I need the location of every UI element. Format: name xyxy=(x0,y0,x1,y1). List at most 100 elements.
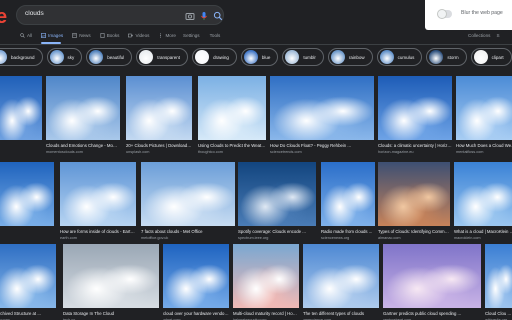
search-box[interactable]: clouds xyxy=(16,5,224,25)
result-thumbnail[interactable] xyxy=(0,162,54,226)
image-result[interactable]: What is a cloud | MacroKlein Cloud ... ma… xyxy=(454,162,512,250)
result-title[interactable]: Spotify coverage: Clouds encode ... xyxy=(238,229,316,234)
result-thumbnail[interactable] xyxy=(456,76,512,140)
image-result[interactable]: cloud over your hardware vendor ... zdnet… xyxy=(163,244,229,320)
chip-storm[interactable]: storm xyxy=(426,48,467,66)
safesearch-link[interactable]: S xyxy=(496,33,499,38)
result-title[interactable]: What is a cloud | MacroKlein Cloud ... xyxy=(454,229,512,234)
tab-more[interactable]: More xyxy=(158,30,176,40)
result-source[interactable]: mentalfloss.com xyxy=(456,150,512,154)
image-result[interactable]: How Do Clouds Float? - Peggy Rehbein ...… xyxy=(270,76,374,164)
image-result[interactable]: How Much Does a Cloud Weigh ... mentalflo… xyxy=(456,76,512,164)
result-title[interactable]: Gartner predicts public cloud spending .… xyxy=(383,311,481,316)
image-result[interactable] xyxy=(0,162,54,250)
result-title[interactable]: Clouds: a climatic uncertainty | Horizon… xyxy=(378,143,452,148)
settings-link[interactable]: Settings xyxy=(183,33,200,38)
result-title[interactable]: cloud over your hardware vendor ... xyxy=(163,311,229,316)
result-title[interactable]: Radio made from clouds ... xyxy=(321,229,375,234)
tab-all[interactable]: All xyxy=(20,30,32,40)
result-title[interactable]: 20+ Clouds Pictures | Download Free ... xyxy=(126,143,192,148)
chip-clipart[interactable]: clipart xyxy=(470,48,512,66)
image-result[interactable]: Types of Clouds: Identifying Common ... a… xyxy=(378,162,450,250)
result-source[interactable]: sciencetrends.com xyxy=(270,150,374,154)
blur-toggle[interactable] xyxy=(437,9,452,19)
result-source[interactable]: thoughtco.com xyxy=(198,150,266,154)
result-thumbnail[interactable] xyxy=(383,244,481,308)
result-source[interactable]: horizon-magazine.eu xyxy=(378,150,452,154)
chip-background[interactable]: background xyxy=(0,48,43,66)
result-thumbnail[interactable] xyxy=(0,76,42,140)
tab-images[interactable]: Images xyxy=(41,30,63,40)
image-result[interactable]: Spotify coverage: Clouds encode ... spect… xyxy=(238,162,316,250)
result-title[interactable]: Data Storage In The Cloud xyxy=(63,311,159,316)
result-thumbnail[interactable] xyxy=(321,162,375,226)
image-result[interactable]: Archived Structure at ...sky.com xyxy=(0,244,56,320)
search-icon[interactable] xyxy=(213,11,223,21)
tab-news[interactable]: News xyxy=(72,30,91,40)
image-result[interactable]: Using Clouds to Predict the Weather thoug… xyxy=(198,76,266,164)
result-title[interactable]: How Much Does a Cloud Weigh ... xyxy=(456,143,512,148)
chip-transparent[interactable]: transparent xyxy=(136,48,189,66)
result-thumbnail[interactable] xyxy=(46,76,120,140)
result-thumbnail[interactable] xyxy=(270,76,374,140)
chip-drawing[interactable]: drawing xyxy=(192,48,237,66)
result-title[interactable]: Clouds and Emotions Change - Momento... xyxy=(46,143,120,148)
image-result[interactable]: The ten different types of clouds zmescie… xyxy=(303,244,379,320)
tools-link[interactable]: Tools xyxy=(210,33,221,38)
image-result[interactable]: Gartner predicts public cloud spending .… xyxy=(383,244,481,320)
result-source[interactable]: momentosclouds.com xyxy=(46,150,120,154)
result-thumbnail[interactable] xyxy=(141,162,235,226)
result-thumbnail[interactable] xyxy=(303,244,379,308)
image-result[interactable]: Radio made from clouds ... sciencenews.or… xyxy=(321,162,375,250)
microphone-icon[interactable] xyxy=(199,11,209,21)
result-thumbnail[interactable] xyxy=(233,244,299,308)
result-title[interactable]: Using Clouds to Predict the Weather xyxy=(198,143,266,148)
image-result[interactable]: Clouds and Emotions Change - Momento... m… xyxy=(46,76,120,164)
search-input[interactable]: clouds xyxy=(25,10,44,17)
result-title[interactable]: The ten different types of clouds xyxy=(303,311,379,316)
result-title[interactable]: How are forms inside of clouds - Earth.c… xyxy=(60,229,136,234)
result-thumbnail[interactable] xyxy=(126,76,192,140)
image-result[interactable]: Clouds: a climatic uncertainty | Horizon… xyxy=(378,76,452,164)
image-result[interactable]: Data Storage In The Cloud tech.co xyxy=(63,244,159,320)
result-title[interactable]: Multi-cloud maturity record | Howell ... xyxy=(233,311,299,316)
result-thumbnail[interactable] xyxy=(485,244,512,308)
result-source[interactable]: spectrum.ieee.org xyxy=(238,236,316,240)
image-result[interactable]: Cloud Clou ... wikipedia.org xyxy=(485,244,512,320)
image-result[interactable]: 7 facts about clouds - Met Office metoffi… xyxy=(141,162,235,250)
result-title[interactable]: Types of Clouds: Identifying Common ... xyxy=(378,229,450,234)
result-thumbnail[interactable] xyxy=(63,244,159,308)
camera-icon[interactable] xyxy=(185,11,195,21)
image-result[interactable] xyxy=(0,76,42,164)
result-source[interactable]: metoffice.gov.uk xyxy=(141,236,235,240)
result-thumbnail[interactable] xyxy=(454,162,512,226)
result-source[interactable]: macroklein.com xyxy=(454,236,512,240)
chip-blue[interactable]: blue xyxy=(240,48,279,66)
google-logo-fragment[interactable]: e xyxy=(0,6,7,29)
image-result[interactable]: Multi-cloud maturity record | Howell ...… xyxy=(233,244,299,320)
result-source[interactable]: almanac.com xyxy=(378,236,450,240)
result-thumbnail[interactable] xyxy=(378,162,450,226)
result-thumbnail[interactable] xyxy=(198,76,266,140)
result-thumbnail[interactable] xyxy=(0,244,56,308)
chip-rainbow[interactable]: rainbow xyxy=(327,48,373,66)
chip-sky[interactable]: sky xyxy=(46,48,83,66)
result-thumbnail[interactable] xyxy=(238,162,316,226)
result-source[interactable]: sciencenews.org xyxy=(321,236,375,240)
result-title[interactable]: How Do Clouds Float? - Peggy Rehbein ... xyxy=(270,143,374,148)
result-thumbnail[interactable] xyxy=(60,162,136,226)
chip-cumulus[interactable]: cumulus xyxy=(376,48,423,66)
result-source[interactable]: earth.com xyxy=(60,236,136,240)
result-title[interactable]: Cloud Clou ... xyxy=(485,311,512,316)
image-result[interactable]: How are forms inside of clouds - Earth.c… xyxy=(60,162,136,250)
chip-beautiful[interactable]: beautiful xyxy=(86,48,133,66)
result-title[interactable]: 7 facts about clouds - Met Office xyxy=(141,229,235,234)
tab-books[interactable]: Books xyxy=(100,30,119,40)
image-result[interactable]: 20+ Clouds Pictures | Download Free ... u… xyxy=(126,76,192,164)
collections-link[interactable]: Collections xyxy=(468,33,490,38)
result-title[interactable]: Archived Structure at ... xyxy=(0,311,56,316)
tab-videos[interactable]: Videos xyxy=(128,30,149,40)
result-thumbnail[interactable] xyxy=(378,76,452,140)
result-thumbnail[interactable] xyxy=(163,244,229,308)
chip-tumblr[interactable]: tumblr xyxy=(282,48,324,66)
